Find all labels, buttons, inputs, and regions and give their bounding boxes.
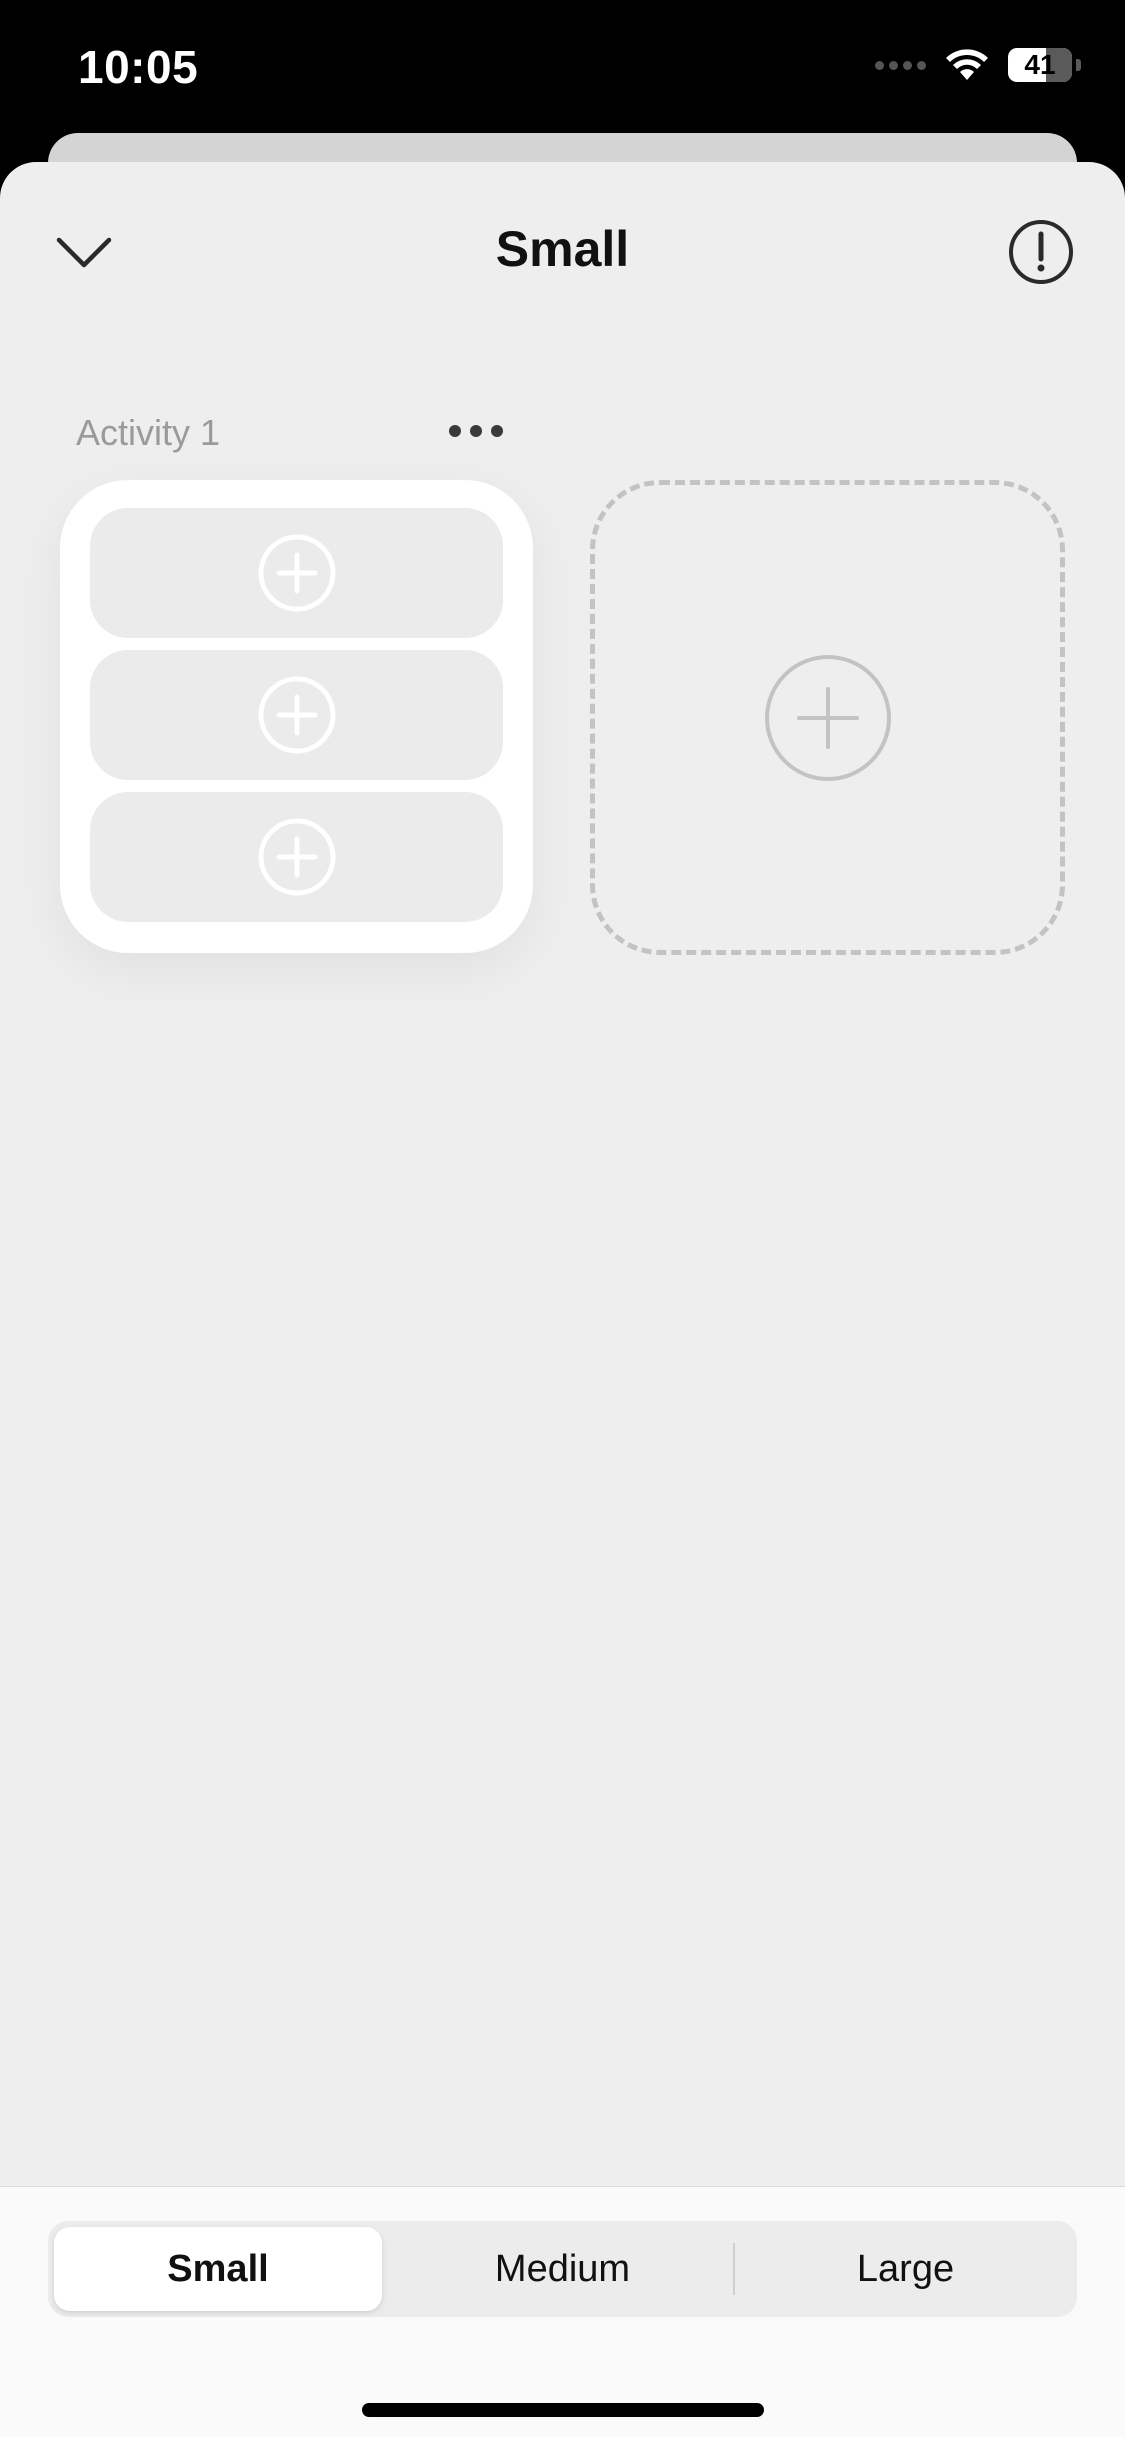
size-segmented-control: Small Medium Large bbox=[48, 2221, 1077, 2317]
widget-slot-2[interactable] bbox=[90, 650, 503, 780]
status-time: 10:05 bbox=[78, 41, 199, 93]
cellular-signal-icon bbox=[875, 60, 926, 70]
plus-circle-icon bbox=[764, 654, 891, 781]
bottom-bar: Small Medium Large bbox=[0, 2186, 1125, 2437]
info-button[interactable] bbox=[1001, 212, 1081, 292]
plus-circle-icon bbox=[258, 818, 335, 896]
add-widget-button[interactable] bbox=[590, 480, 1065, 955]
plus-circle-icon bbox=[258, 676, 335, 754]
exclamation-circle-icon bbox=[1009, 220, 1073, 284]
size-tab-large[interactable]: Large bbox=[734, 2227, 1077, 2311]
size-tab-medium[interactable]: Medium bbox=[391, 2227, 734, 2311]
page-title: Small bbox=[495, 221, 630, 277]
battery-icon: 41 bbox=[1008, 48, 1072, 82]
widget-slot-1[interactable] bbox=[90, 508, 503, 638]
battery-level: 41 bbox=[1024, 49, 1056, 80]
status-icons: 41 bbox=[875, 48, 1081, 82]
home-indicator[interactable] bbox=[362, 2403, 764, 2417]
plus-circle-icon bbox=[258, 534, 335, 612]
activity-widget-card[interactable] bbox=[60, 480, 533, 953]
widget-editor-sheet: Small Activity 1 bbox=[0, 162, 1125, 2436]
wifi-icon bbox=[946, 49, 988, 80]
status-bar: 10:05 41 bbox=[0, 0, 1125, 130]
size-tab-small[interactable]: Small bbox=[54, 2227, 382, 2311]
widget-slot-3[interactable] bbox=[90, 792, 503, 922]
ellipsis-icon bbox=[449, 425, 461, 437]
sheet-header: Small bbox=[0, 162, 1125, 332]
activity-label: Activity 1 bbox=[76, 412, 221, 453]
activity-more-button[interactable] bbox=[436, 406, 516, 456]
